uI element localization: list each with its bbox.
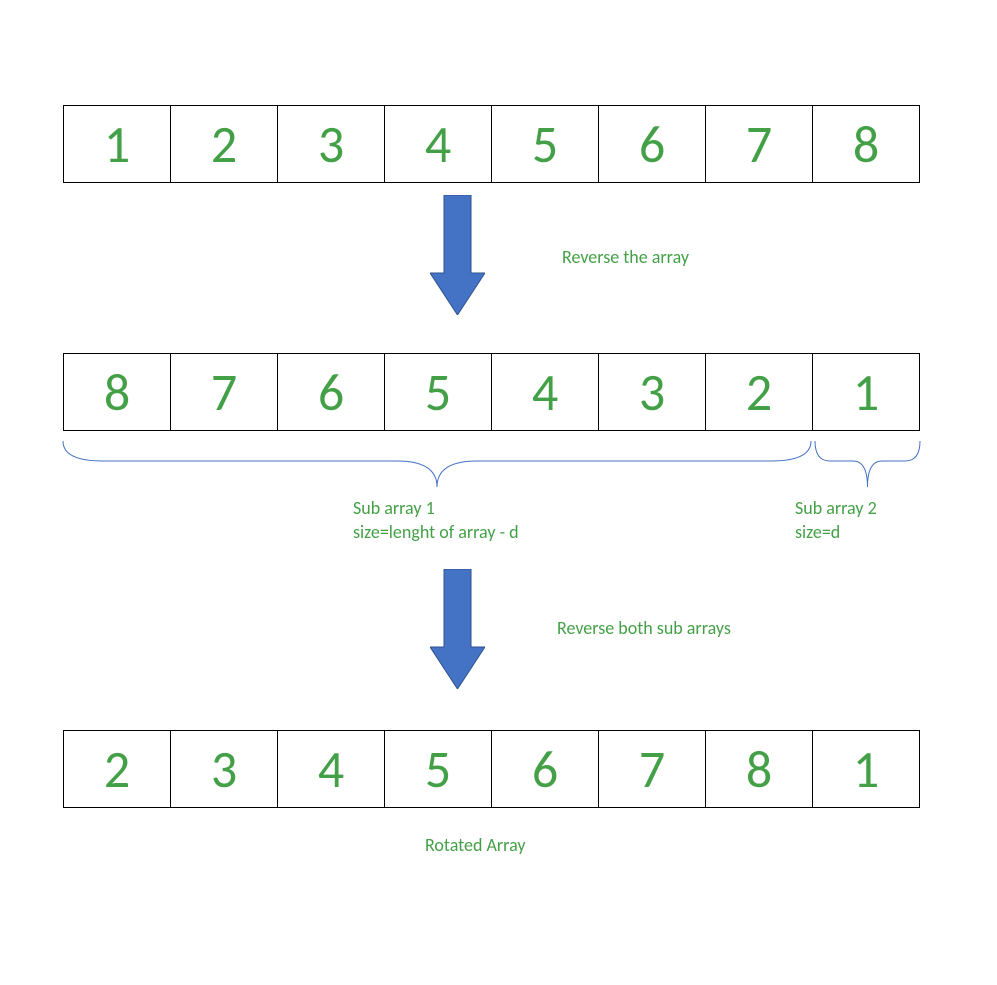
brace-subarray-2 [815,437,920,497]
cell: 4 [384,105,492,183]
label-reverse-subarrays: Reverse both sub arrays [557,616,731,640]
arrow-down-icon [430,569,485,689]
cell: 6 [491,730,599,808]
cell: 4 [491,353,599,431]
cell: 7 [598,730,706,808]
cell: 3 [170,730,278,808]
cell: 5 [384,730,492,808]
cell: 7 [705,105,813,183]
brace-subarray-1 [63,437,811,497]
cell: 4 [277,730,385,808]
cell: 6 [598,105,706,183]
array-original: 1 2 3 4 5 6 7 8 [63,105,920,183]
cell: 3 [598,353,706,431]
label-reverse-array: Reverse the array [562,245,689,269]
array-rotated: 2 3 4 5 6 7 8 1 [63,730,920,808]
cell: 8 [63,353,171,431]
label-subarray-1: Sub array 1 size=lenght of array - d [353,496,519,545]
label-rotated-array: Rotated Array [425,833,526,857]
cell: 2 [63,730,171,808]
cell: 8 [705,730,813,808]
cell: 7 [170,353,278,431]
cell: 5 [384,353,492,431]
cell: 1 [63,105,171,183]
arrow-down-icon [430,195,485,315]
cell: 6 [277,353,385,431]
cell: 2 [705,353,813,431]
cell: 8 [812,105,920,183]
cell: 3 [277,105,385,183]
label-subarray-2: Sub array 2 size=d [795,496,877,545]
cell: 1 [812,353,920,431]
cell: 1 [812,730,920,808]
array-reversed: 8 7 6 5 4 3 2 1 [63,353,920,431]
cell: 5 [491,105,599,183]
cell: 2 [170,105,278,183]
